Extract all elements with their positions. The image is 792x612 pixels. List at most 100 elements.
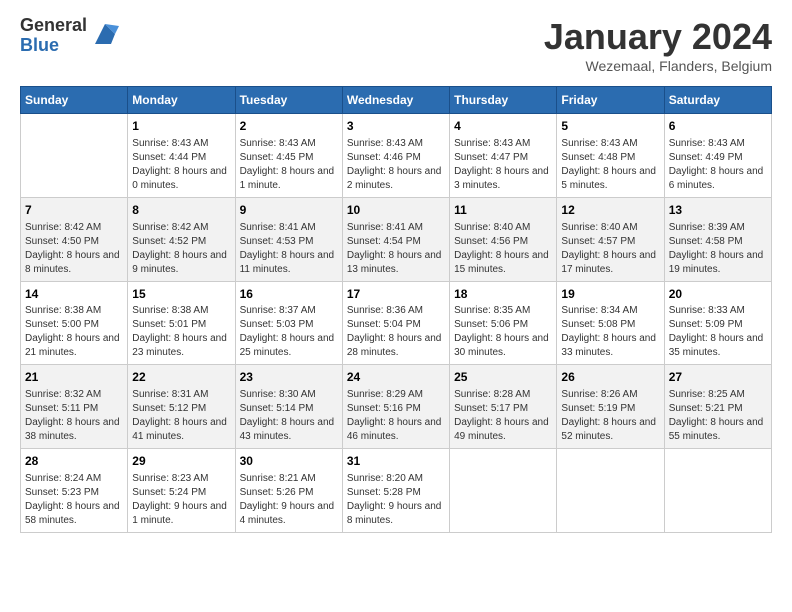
calendar-cell: 1 Sunrise: 8:43 AMSunset: 4:44 PMDaylight…	[128, 114, 235, 198]
calendar-cell: 5Sunrise: 8:43 AMSunset: 4:48 PMDaylight…	[557, 114, 664, 198]
day-number: 18	[454, 286, 552, 303]
cell-info: Sunrise: 8:33 AMSunset: 5:09 PMDaylight:…	[669, 304, 767, 360]
calendar-cell: 19Sunrise: 8:34 AMSunset: 5:08 PMDayligh…	[557, 281, 664, 365]
day-number: 11	[454, 202, 552, 219]
day-number: 12	[561, 202, 659, 219]
cell-info: Sunrise: 8:24 AMSunset: 5:23 PMDaylight:…	[25, 472, 123, 528]
cell-info: Sunrise: 8:20 AMSunset: 5:28 PMDaylight:…	[347, 472, 445, 528]
day-number: 3	[347, 118, 445, 135]
calendar-cell: 18Sunrise: 8:35 AMSunset: 5:06 PMDayligh…	[450, 281, 557, 365]
day-number: 6	[669, 118, 767, 135]
day-number: 21	[25, 369, 123, 386]
col-header-monday: Monday	[128, 87, 235, 114]
logo: General Blue	[20, 16, 119, 56]
cell-info: Sunrise: 8:35 AMSunset: 5:06 PMDaylight:…	[454, 304, 552, 360]
day-number: 23	[240, 369, 338, 386]
day-number: 19	[561, 286, 659, 303]
logo-text: General Blue	[20, 16, 87, 56]
col-header-friday: Friday	[557, 87, 664, 114]
cell-info: Sunrise: 8:32 AMSunset: 5:11 PMDaylight:…	[25, 388, 123, 444]
cell-info: Sunrise: 8:43 AMSunset: 4:44 PMDaylight:…	[132, 137, 230, 193]
calendar-cell: 23 Sunrise: 8:30 AMSunset: 5:14 PMDayligh…	[235, 365, 342, 449]
day-number: 9	[240, 202, 338, 219]
day-number: 24	[347, 369, 445, 386]
calendar-cell: 11 Sunrise: 8:40 AMSunset: 4:56 PMDayligh…	[450, 197, 557, 281]
day-number: 20	[669, 286, 767, 303]
cell-info: Sunrise: 8:30 AMSunset: 5:14 PMDaylight:…	[240, 388, 338, 444]
calendar-cell: 17Sunrise: 8:36 AMSunset: 5:04 PMDayligh…	[342, 281, 449, 365]
calendar-cell: 22 Sunrise: 8:31 AMSunset: 5:12 PMDayligh…	[128, 365, 235, 449]
cell-info: Sunrise: 8:37 AMSunset: 5:03 PMDaylight:…	[240, 304, 338, 360]
day-number: 13	[669, 202, 767, 219]
calendar-body: 1 Sunrise: 8:43 AMSunset: 4:44 PMDaylight…	[21, 114, 772, 533]
cell-info: Sunrise: 8:25 AMSunset: 5:21 PMDaylight:…	[669, 388, 767, 444]
calendar-cell	[21, 114, 128, 198]
calendar-cell: 14Sunrise: 8:38 AMSunset: 5:00 PMDayligh…	[21, 281, 128, 365]
calendar-cell: 24Sunrise: 8:29 AMSunset: 5:16 PMDayligh…	[342, 365, 449, 449]
day-number: 8	[132, 202, 230, 219]
cell-info: Sunrise: 8:43 AMSunset: 4:45 PMDaylight:…	[240, 137, 338, 193]
calendar-header: SundayMondayTuesdayWednesdayThursdayFrid…	[21, 87, 772, 114]
cell-info: Sunrise: 8:34 AMSunset: 5:08 PMDaylight:…	[561, 304, 659, 360]
logo-blue: Blue	[20, 36, 87, 56]
cell-info: Sunrise: 8:43 AMSunset: 4:47 PMDaylight:…	[454, 137, 552, 193]
col-header-wednesday: Wednesday	[342, 87, 449, 114]
cell-info: Sunrise: 8:43 AMSunset: 4:49 PMDaylight:…	[669, 137, 767, 193]
calendar-cell	[664, 449, 771, 533]
calendar-cell: 15Sunrise: 8:38 AMSunset: 5:01 PMDayligh…	[128, 281, 235, 365]
col-header-thursday: Thursday	[450, 87, 557, 114]
calendar-cell: 7 Sunrise: 8:42 AMSunset: 4:50 PMDaylight…	[21, 197, 128, 281]
page-header: General Blue January 2024 Wezemaal, Flan…	[20, 16, 772, 74]
day-number: 25	[454, 369, 552, 386]
cell-info: Sunrise: 8:41 AMSunset: 4:54 PMDaylight:…	[347, 221, 445, 277]
day-number: 5	[561, 118, 659, 135]
cell-info: Sunrise: 8:38 AMSunset: 5:00 PMDaylight:…	[25, 304, 123, 360]
week-row-3: 14Sunrise: 8:38 AMSunset: 5:00 PMDayligh…	[21, 281, 772, 365]
calendar-cell: 26Sunrise: 8:26 AMSunset: 5:19 PMDayligh…	[557, 365, 664, 449]
day-number: 2	[240, 118, 338, 135]
calendar-table: SundayMondayTuesdayWednesdayThursdayFrid…	[20, 86, 772, 533]
cell-info: Sunrise: 8:41 AMSunset: 4:53 PMDaylight:…	[240, 221, 338, 277]
cell-info: Sunrise: 8:42 AMSunset: 4:50 PMDaylight:…	[25, 221, 123, 277]
calendar-cell: 2 Sunrise: 8:43 AMSunset: 4:45 PMDaylight…	[235, 114, 342, 198]
day-number: 17	[347, 286, 445, 303]
calendar-cell: 21 Sunrise: 8:32 AMSunset: 5:11 PMDayligh…	[21, 365, 128, 449]
calendar-cell: 16Sunrise: 8:37 AMSunset: 5:03 PMDayligh…	[235, 281, 342, 365]
calendar-cell: 10Sunrise: 8:41 AMSunset: 4:54 PMDayligh…	[342, 197, 449, 281]
cell-info: Sunrise: 8:43 AMSunset: 4:46 PMDaylight:…	[347, 137, 445, 193]
logo-general: General	[20, 16, 87, 36]
week-row-5: 28 Sunrise: 8:24 AMSunset: 5:23 PMDayligh…	[21, 449, 772, 533]
location: Wezemaal, Flanders, Belgium	[544, 58, 772, 74]
calendar-cell: 27 Sunrise: 8:25 AMSunset: 5:21 PMDayligh…	[664, 365, 771, 449]
cell-info: Sunrise: 8:39 AMSunset: 4:58 PMDaylight:…	[669, 221, 767, 277]
calendar-cell: 13 Sunrise: 8:39 AMSunset: 4:58 PMDayligh…	[664, 197, 771, 281]
day-number: 22	[132, 369, 230, 386]
calendar-cell: 20Sunrise: 8:33 AMSunset: 5:09 PMDayligh…	[664, 281, 771, 365]
day-number: 30	[240, 453, 338, 470]
col-header-tuesday: Tuesday	[235, 87, 342, 114]
cell-info: Sunrise: 8:26 AMSunset: 5:19 PMDaylight:…	[561, 388, 659, 444]
calendar-cell: 8 Sunrise: 8:42 AMSunset: 4:52 PMDaylight…	[128, 197, 235, 281]
cell-info: Sunrise: 8:42 AMSunset: 4:52 PMDaylight:…	[132, 221, 230, 277]
week-row-1: 1 Sunrise: 8:43 AMSunset: 4:44 PMDaylight…	[21, 114, 772, 198]
calendar-cell: 31Sunrise: 8:20 AMSunset: 5:28 PMDayligh…	[342, 449, 449, 533]
cell-info: Sunrise: 8:40 AMSunset: 4:56 PMDaylight:…	[454, 221, 552, 277]
day-number: 7	[25, 202, 123, 219]
cell-info: Sunrise: 8:28 AMSunset: 5:17 PMDaylight:…	[454, 388, 552, 444]
cell-info: Sunrise: 8:31 AMSunset: 5:12 PMDaylight:…	[132, 388, 230, 444]
day-number: 28	[25, 453, 123, 470]
month-title: January 2024	[544, 16, 772, 58]
cell-info: Sunrise: 8:23 AMSunset: 5:24 PMDaylight:…	[132, 472, 230, 528]
day-number: 27	[669, 369, 767, 386]
cell-info: Sunrise: 8:36 AMSunset: 5:04 PMDaylight:…	[347, 304, 445, 360]
calendar-cell	[450, 449, 557, 533]
calendar-cell: 30Sunrise: 8:21 AMSunset: 5:26 PMDayligh…	[235, 449, 342, 533]
calendar-cell: 12Sunrise: 8:40 AMSunset: 4:57 PMDayligh…	[557, 197, 664, 281]
header-row: SundayMondayTuesdayWednesdayThursdayFrid…	[21, 87, 772, 114]
cell-info: Sunrise: 8:38 AMSunset: 5:01 PMDaylight:…	[132, 304, 230, 360]
calendar-cell: 9 Sunrise: 8:41 AMSunset: 4:53 PMDaylight…	[235, 197, 342, 281]
calendar-cell: 28 Sunrise: 8:24 AMSunset: 5:23 PMDayligh…	[21, 449, 128, 533]
calendar-cell: 25 Sunrise: 8:28 AMSunset: 5:17 PMDayligh…	[450, 365, 557, 449]
title-block: January 2024 Wezemaal, Flanders, Belgium	[544, 16, 772, 74]
day-number: 1	[132, 118, 230, 135]
